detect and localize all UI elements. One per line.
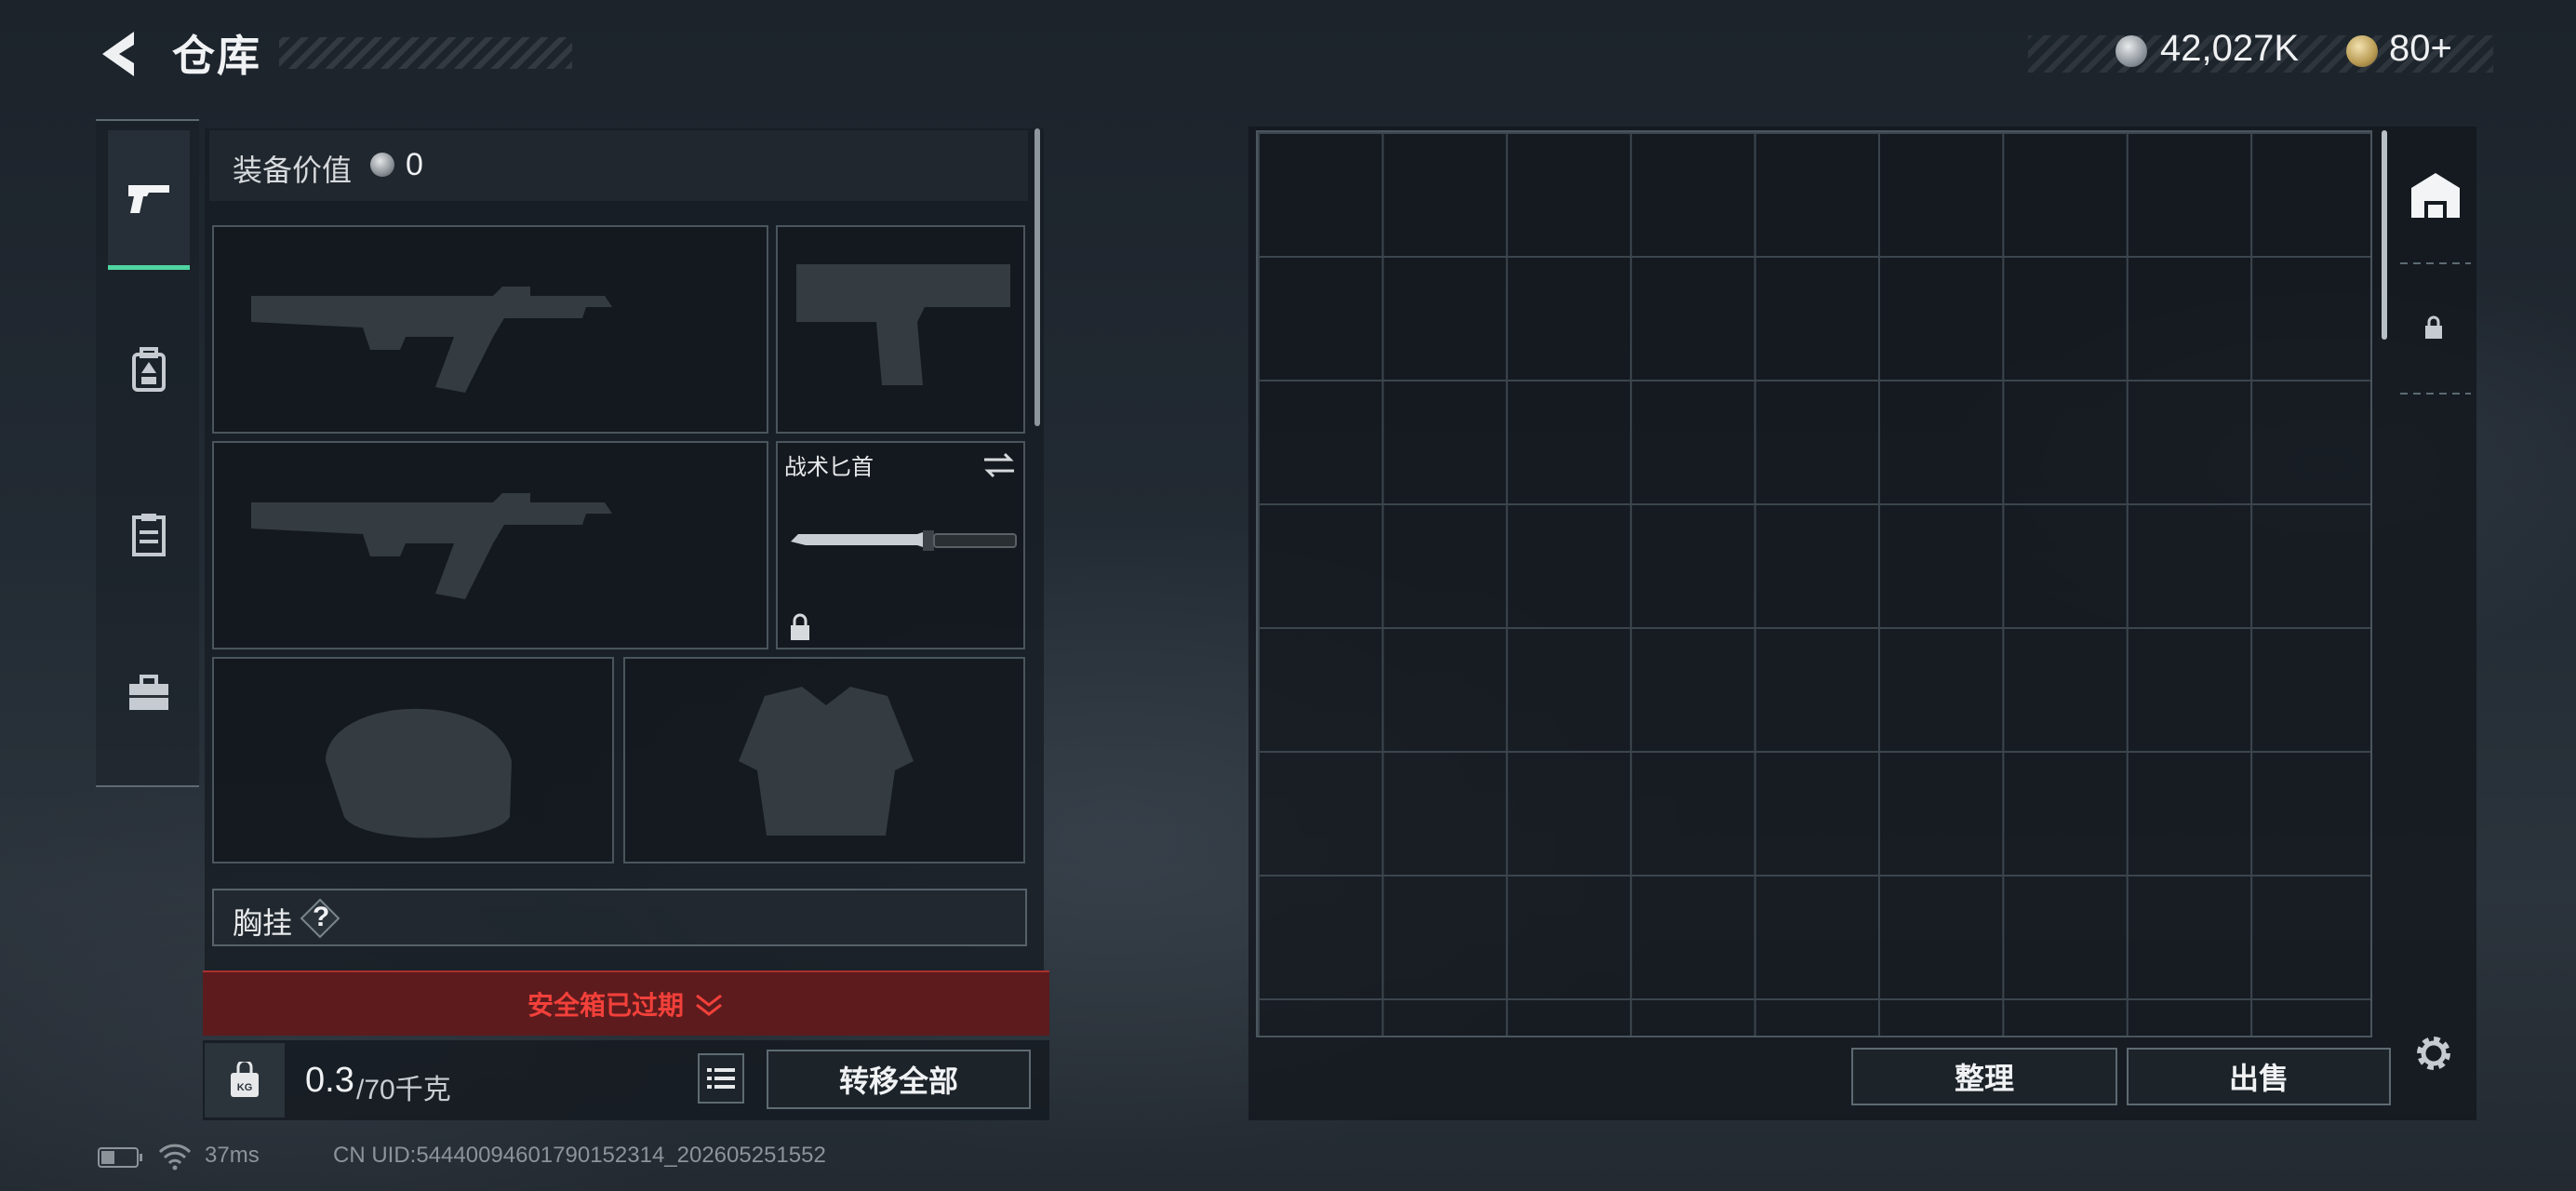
back-arrow-icon[interactable] [93, 26, 149, 82]
pistol-silhouette-icon [796, 264, 1010, 385]
gear-icon [2417, 1037, 2450, 1070]
chevron-down-icon [696, 994, 722, 1016]
sidearm-slot[interactable] [776, 225, 1025, 434]
title-decoration [279, 37, 572, 69]
warehouse-icon [2411, 173, 2460, 218]
safebox-expired-banner[interactable]: 安全箱已过期 [203, 970, 1049, 1036]
rig-icon [132, 514, 166, 556]
storage-scrollbar[interactable] [2382, 130, 2387, 340]
page-title: 仓库 [172, 32, 261, 80]
lock-icon [2425, 315, 2442, 339]
sort-button[interactable]: 整理 [1851, 1048, 2117, 1105]
weight-icon: KG [231, 1062, 259, 1097]
user-uid: CN UID:5444009460179015231​4_20260525155… [333, 1143, 826, 1168]
list-view-button[interactable] [698, 1053, 744, 1104]
tab-chest-rig[interactable] [108, 465, 190, 605]
helmet-slot[interactable] [212, 657, 614, 863]
help-icon[interactable]: ? [300, 898, 340, 939]
gold-currency-amount[interactable]: 80+ [2389, 28, 2452, 70]
storage-tab-locked[interactable] [2413, 307, 2454, 348]
primary-weapon-slot-1[interactable] [212, 225, 768, 434]
silver-coin-icon [370, 153, 394, 177]
swap-icon[interactable] [981, 450, 1018, 480]
sell-button[interactable]: 出售 [2127, 1048, 2391, 1105]
tab-weapons[interactable] [108, 130, 190, 270]
knife-name: 战术匕首 [784, 455, 874, 480]
silver-currency-amount: 42,027K [2160, 28, 2300, 69]
safebox-expired-text: 安全箱已过期 [527, 991, 684, 1020]
primary-weapon-slot-2[interactable] [212, 441, 768, 649]
equipment-value-label: 装备价值 [233, 154, 353, 187]
backpack-icon [132, 347, 166, 392]
chest-rig-label: 胸挂 [233, 906, 293, 940]
rifle-silhouette-icon [251, 287, 612, 393]
weight-current: 0.3 [305, 1061, 354, 1100]
settings-button[interactable] [2409, 1029, 2458, 1077]
toolbox-icon [129, 675, 168, 710]
rifle-silhouette-icon [251, 493, 612, 599]
armor-silhouette-icon [739, 687, 914, 836]
divider [2400, 393, 2471, 395]
ping-readout: 37ms [205, 1143, 260, 1168]
equipment-scrollbar[interactable] [1034, 128, 1040, 426]
weight-max: /70千克 [356, 1075, 451, 1105]
tab-backpack[interactable] [108, 300, 190, 439]
equipment-value: 0 [406, 147, 423, 182]
svg-text:KG: KG [237, 1082, 253, 1093]
divider [2400, 262, 2471, 264]
armor-slot[interactable] [623, 657, 1025, 863]
gold-coin-icon [2346, 35, 2378, 67]
storage-grid[interactable] [1256, 130, 2372, 1037]
lock-icon [791, 613, 809, 640]
silver-coin-icon [2116, 35, 2147, 67]
transfer-all-button[interactable]: 转移全部 [767, 1050, 1031, 1109]
tactical-knife-image [791, 530, 1017, 551]
wifi-icon [158, 1144, 192, 1171]
battery-icon [98, 1147, 142, 1168]
tab-toolbox[interactable] [108, 623, 190, 763]
storage-tab-warehouse[interactable] [2400, 160, 2471, 231]
helmet-silhouette-icon [326, 708, 512, 838]
pistol-icon [128, 184, 169, 213]
help-mark: ? [313, 902, 330, 932]
weight-box: KG [205, 1043, 285, 1117]
list-icon [707, 1068, 735, 1089]
